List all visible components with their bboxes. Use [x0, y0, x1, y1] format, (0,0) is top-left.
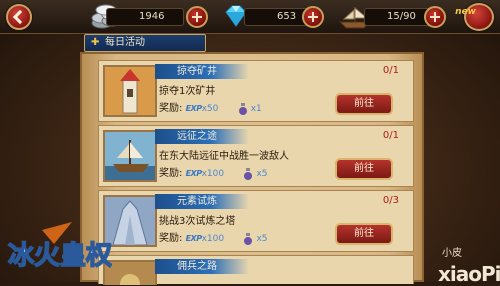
game-logo: 冰火皇权 [7, 222, 112, 272]
quest-name: 元素试炼 [155, 194, 249, 209]
exp-amount: x50 [201, 104, 219, 114]
item-amount: x1 [250, 104, 262, 114]
quest-item: 佣兵之路 [98, 255, 414, 285]
watermark-text: xiaoPi [438, 262, 500, 286]
menu-button[interactable]: new [455, 3, 494, 31]
add-coins-button[interactable] [186, 6, 208, 28]
item-amount: x5 [256, 169, 268, 179]
quest-description: 挑战3次试炼之塔 [159, 216, 236, 227]
diamond-value: 653 [277, 11, 297, 22]
watermark: 小皮 xiaoPi [418, 236, 500, 286]
quest-item: 掠夺矿井 0/1 掠夺1次矿井 奖励: EXPx50 x1 前往 [98, 60, 414, 122]
new-badge: new [455, 7, 476, 17]
reward-label: 奖励: [159, 233, 183, 244]
quest-name: 佣兵之路 [155, 259, 249, 274]
item-amount: x5 [256, 234, 268, 244]
reward-row: 奖励: EXPx100 x5 [159, 166, 268, 182]
ship-thumbnail [103, 130, 157, 182]
reward-row: 奖励: EXPx100 x5 [159, 231, 268, 247]
potion-icon [244, 233, 253, 245]
go-button[interactable]: 前往 [335, 158, 393, 180]
potion-icon [238, 103, 247, 115]
exp-icon: EXP [185, 104, 203, 113]
exp-icon: EXP [185, 234, 203, 243]
quest-progress: 0/1 [382, 130, 399, 141]
quest-panel: 掠夺矿井 0/1 掠夺1次矿井 奖励: EXPx50 x1 前往 远征之途 0/… [80, 52, 424, 285]
svg-text:冰火皇权: 冰火皇权 [8, 241, 112, 271]
quest-progress: 0/1 [382, 65, 399, 76]
star-icon: ✚ [91, 37, 100, 48]
coin-value: 1946 [139, 11, 165, 22]
exp-amount: x100 [201, 169, 225, 179]
resource-bar: 1946 653 15/90 new [0, 0, 500, 34]
ship-value: 15/90 [387, 11, 416, 22]
quest-name: 远征之途 [155, 129, 249, 144]
coin-counter: 1946 [106, 8, 184, 26]
reward-row: 奖励: EXPx50 x1 [159, 101, 262, 117]
back-button[interactable] [6, 4, 32, 30]
quest-name: 掠夺矿井 [155, 64, 249, 79]
go-button[interactable]: 前往 [335, 223, 393, 245]
quest-item: 元素试炼 0/3 挑战3次试炼之塔 奖励: EXPx100 x5 前往 [98, 190, 414, 252]
quest-progress: 0/3 [382, 195, 399, 206]
add-ships-button[interactable] [424, 6, 446, 28]
daily-activity-tab[interactable]: ✚ 每日活动 [84, 34, 206, 52]
exp-amount: x100 [201, 234, 225, 244]
reward-label: 奖励: [159, 168, 183, 179]
quest-description: 掠夺1次矿井 [159, 86, 216, 97]
quest-item: 远征之途 0/1 在东大陆远征中战胜一波敌人 奖励: EXPx100 x5 前往 [98, 125, 414, 187]
reward-label: 奖励: [159, 103, 183, 114]
add-diamonds-button[interactable] [302, 6, 324, 28]
ribbon-title: 每日活动 [105, 37, 145, 48]
exp-icon: EXP [185, 169, 203, 178]
go-button[interactable]: 前往 [335, 93, 393, 115]
potion-icon [244, 168, 253, 180]
quest-description: 在东大陆远征中战胜一波敌人 [159, 151, 289, 162]
watermark-small: 小皮 [442, 248, 462, 259]
mine-tower-thumbnail [103, 65, 157, 117]
